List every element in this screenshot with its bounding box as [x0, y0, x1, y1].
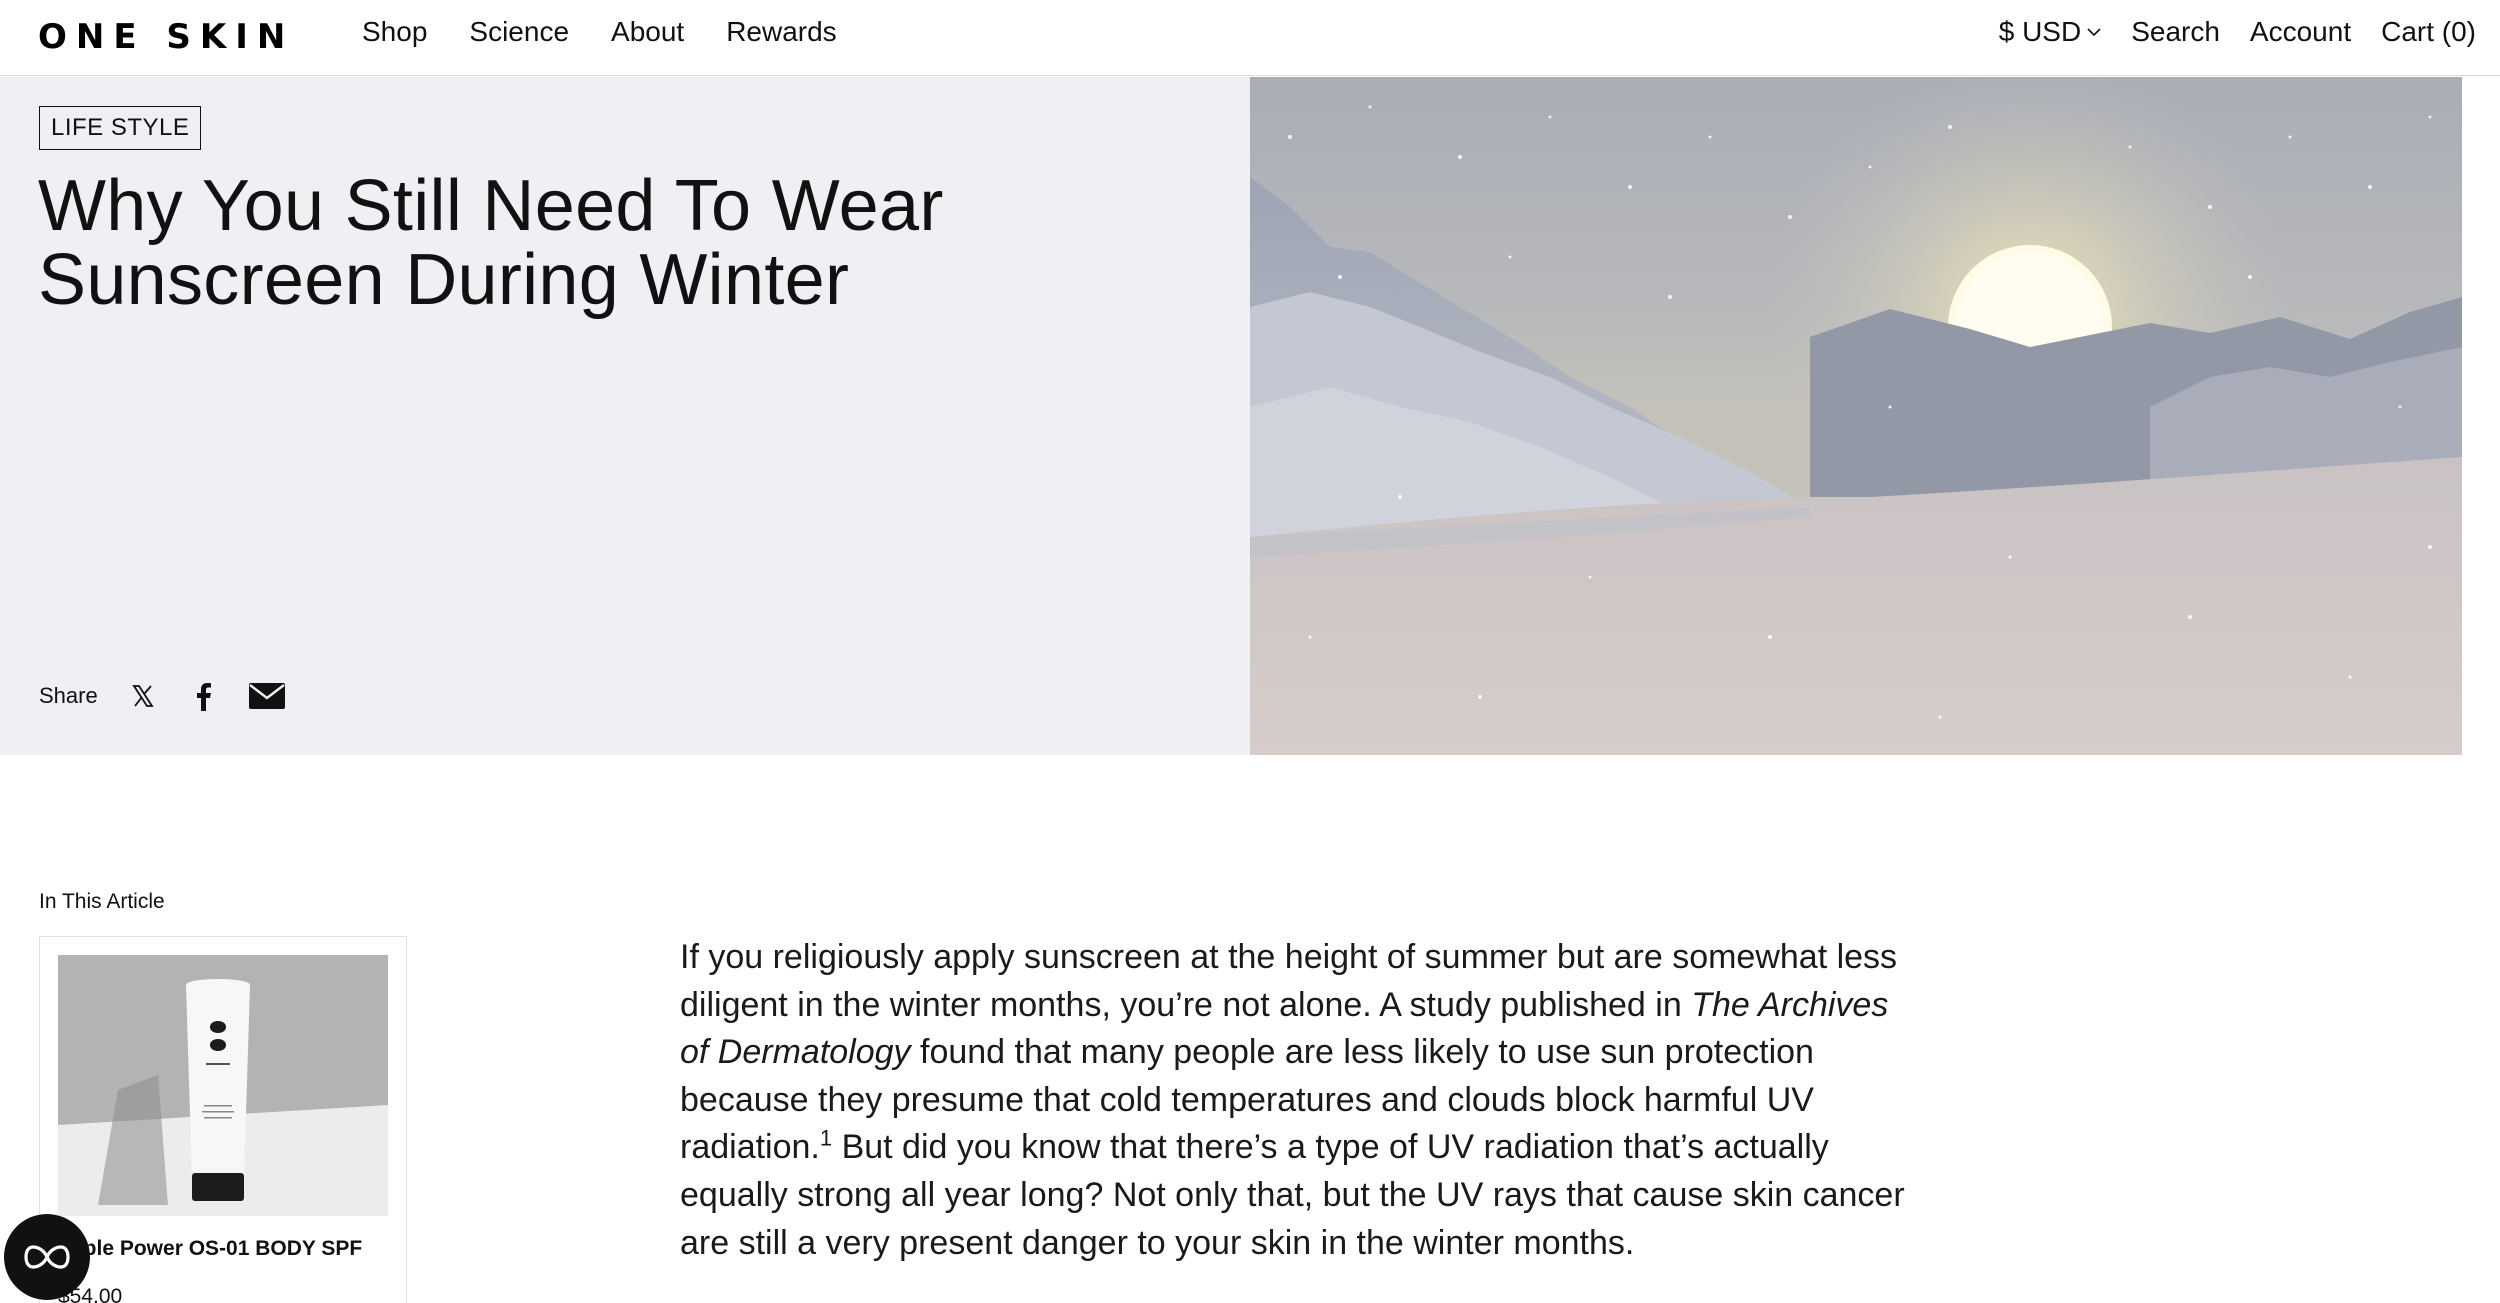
search-link[interactable]: Search [2131, 16, 2220, 48]
hero-image-winter-sun [1250, 77, 2462, 755]
category-tag[interactable]: LIFE STYLE [39, 106, 202, 150]
x-icon[interactable] [128, 681, 158, 711]
main-nav: Shop Science About Rewards [362, 16, 837, 48]
sunscreen-tube-image [58, 955, 388, 1216]
share-label: Share [39, 683, 98, 708]
header-utilities: $ USD Search Account Cart (0) [1999, 16, 2476, 48]
product-card[interactable]: Triple Power OS-01 BODY SPF $54.00 [39, 936, 407, 1303]
winter-landscape-image [1250, 77, 2462, 755]
chat-icon [24, 1245, 70, 1269]
account-link[interactable]: Account [2250, 16, 2351, 48]
product-image[interactable] [58, 955, 388, 1216]
product-name[interactable]: Triple Power OS-01 BODY SPF [58, 1237, 362, 1261]
brand-logo[interactable]: ONE SKIN [38, 17, 294, 57]
article-hero: LIFE STYLE Why You Still Need To Wear Su… [0, 77, 2500, 755]
toc-label: In This Article [39, 890, 165, 913]
article-text: But did you know that there’s a type of … [680, 1128, 1905, 1262]
cart-link[interactable]: Cart (0) [2381, 16, 2476, 48]
page-title: Why You Still Need To Wear Sunscreen Dur… [38, 166, 944, 320]
article-paragraph: If you religiously apply sunscreen at th… [680, 934, 1920, 1267]
hero-text-panel: LIFE STYLE Why You Still Need To Wear Su… [0, 77, 1251, 755]
currency-selector[interactable]: $ USD [1999, 16, 2101, 48]
email-icon[interactable] [248, 681, 286, 711]
currency-label: $ USD [1998, 16, 2082, 47]
nav-about[interactable]: About [611, 16, 684, 48]
facebook-icon[interactable] [188, 681, 218, 711]
nav-shop[interactable]: Shop [362, 16, 427, 48]
site-header: ONE SKIN Shop Science About Rewards $ US… [0, 0, 2500, 76]
share-bar: Share [39, 681, 286, 711]
nav-science[interactable]: Science [469, 16, 569, 48]
chat-button[interactable] [4, 1214, 90, 1300]
footnote-ref[interactable]: 1 [820, 1126, 832, 1151]
chevron-down-icon [2087, 28, 2101, 37]
nav-rewards[interactable]: Rewards [726, 16, 836, 48]
